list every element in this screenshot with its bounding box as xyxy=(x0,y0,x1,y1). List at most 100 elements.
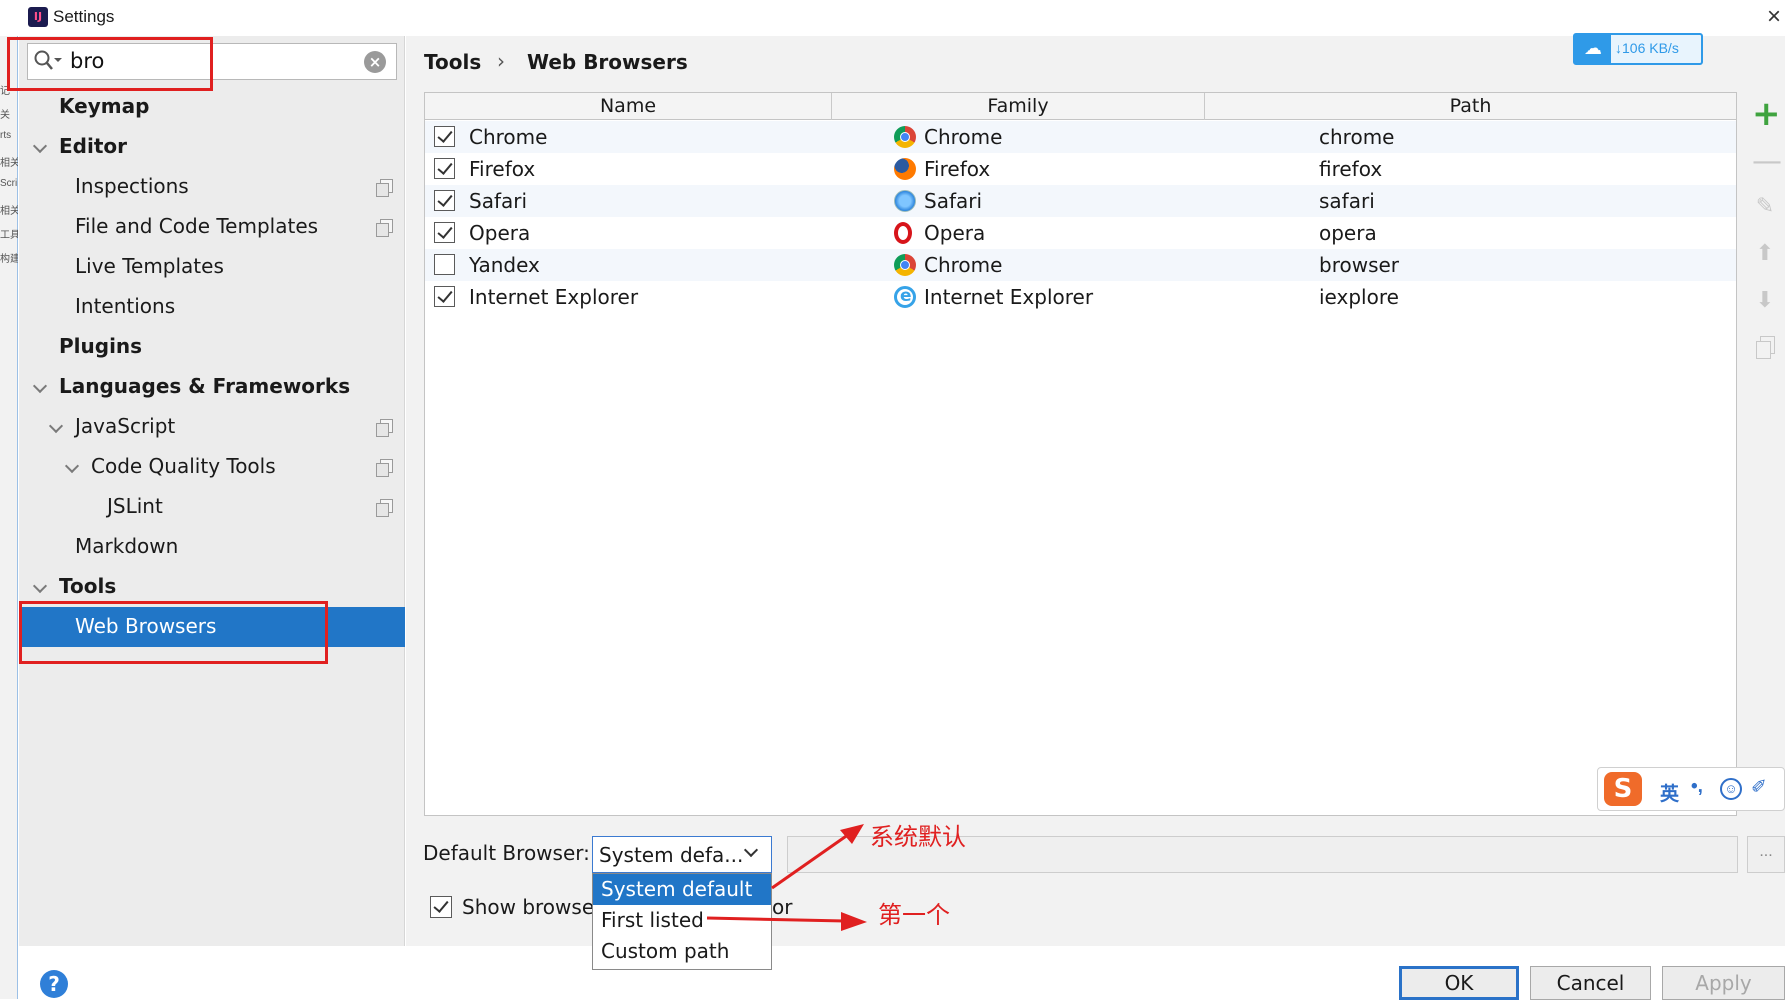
cloud-icon: ☁ xyxy=(1575,35,1611,63)
browser-path-cell[interactable]: chrome xyxy=(1319,125,1394,149)
chevron-down-icon xyxy=(743,842,759,858)
browser-enabled-checkbox[interactable] xyxy=(434,126,455,147)
browser-family-cell[interactable]: Safari xyxy=(924,189,982,213)
dropdown-option-system-default[interactable]: System default xyxy=(593,874,771,905)
project-settings-icon xyxy=(376,499,393,517)
intellij-app-icon: IJ xyxy=(28,7,48,27)
browse-path-button[interactable]: ... xyxy=(1747,836,1785,873)
browser-enabled-checkbox[interactable] xyxy=(434,222,455,243)
browser-name-cell[interactable]: Yandex xyxy=(469,253,540,277)
table-row[interactable]: Internet Explorer Internet Explorer iexplo… xyxy=(425,281,1736,313)
chevron-down-icon[interactable] xyxy=(64,458,80,474)
breadcrumb-current: Web Browsers xyxy=(527,50,688,74)
background-strip-text: 相关 xyxy=(0,158,18,169)
ok-button[interactable]: OK xyxy=(1399,966,1519,1000)
browser-path-cell[interactable]: iexplore xyxy=(1319,285,1399,309)
browser-family-cell[interactable]: Chrome xyxy=(924,253,1002,277)
table-row[interactable]: Chrome Chrome chrome xyxy=(425,121,1736,153)
column-header-name[interactable]: Name xyxy=(425,93,832,120)
sidebar-item-editor[interactable]: Editor xyxy=(19,127,405,167)
sidebar-item-plugins[interactable]: Plugins xyxy=(19,327,405,367)
project-settings-icon xyxy=(376,419,393,437)
title-bar xyxy=(0,0,1785,36)
move-down-icon[interactable]: ⬇ xyxy=(1752,288,1778,314)
chevron-down-icon[interactable] xyxy=(32,138,48,154)
move-up-icon[interactable]: ⬆ xyxy=(1752,241,1778,267)
chrome-browser-icon xyxy=(894,126,916,148)
sidebar-item-file-and-code-templates[interactable]: File and Code Templates xyxy=(19,207,405,247)
browser-name-cell[interactable]: Opera xyxy=(469,221,530,245)
annotation-box-web-browsers xyxy=(19,601,328,664)
browser-family-cell[interactable]: Opera xyxy=(924,221,985,245)
remove-browser-icon[interactable]: — xyxy=(1752,147,1782,177)
browser-enabled-checkbox[interactable] xyxy=(434,286,455,307)
browser-name-cell[interactable]: Firefox xyxy=(469,157,535,181)
safari-browser-icon xyxy=(894,190,916,212)
sidebar-item-label: JSLint xyxy=(107,494,163,518)
browser-path-cell[interactable]: firefox xyxy=(1319,157,1382,181)
pen-icon[interactable]: ✐ xyxy=(1751,776,1767,799)
chrome-browser-icon xyxy=(894,254,916,276)
ime-punctuation-toggle[interactable]: •, xyxy=(1691,776,1703,798)
background-strip-text: 构建 xyxy=(0,254,18,265)
annotation-text-system-default: 系统默认 xyxy=(870,823,966,851)
browser-path-cell[interactable]: opera xyxy=(1319,221,1377,245)
sidebar-item-languages-frameworks[interactable]: Languages & Frameworks xyxy=(19,367,405,407)
sidebar-item-javascript[interactable]: JavaScript xyxy=(19,407,405,447)
browser-family-cell[interactable]: Firefox xyxy=(924,157,990,181)
browser-path-cell[interactable]: browser xyxy=(1319,253,1399,277)
browser-family-cell[interactable]: Chrome xyxy=(924,125,1002,149)
chevron-down-icon[interactable] xyxy=(48,418,64,434)
sidebar-item-keymap[interactable]: Keymap xyxy=(19,87,405,127)
chevron-down-icon[interactable] xyxy=(32,578,48,594)
add-browser-icon[interactable]: + xyxy=(1752,97,1781,131)
default-browser-select[interactable]: System defa... xyxy=(592,836,772,873)
table-row[interactable]: Firefox Firefox firefox xyxy=(425,153,1736,185)
browser-enabled-checkbox[interactable] xyxy=(434,254,455,275)
browser-name-cell[interactable]: Chrome xyxy=(469,125,547,149)
network-speed-widget: ☁ ↓106 KB/s xyxy=(1573,33,1703,65)
background-window-strip: 去记关rts相关Scri相关工具构建 xyxy=(0,0,18,999)
sidebar-item-label: File and Code Templates xyxy=(75,214,319,238)
browser-name-cell[interactable]: Safari xyxy=(469,189,527,213)
firefox-browser-icon xyxy=(894,158,916,180)
browser-enabled-checkbox[interactable] xyxy=(434,158,455,179)
ime-language-toggle[interactable]: 英 xyxy=(1660,779,1679,806)
browser-enabled-checkbox[interactable] xyxy=(434,190,455,211)
browser-path-cell[interactable]: safari xyxy=(1319,189,1375,213)
apply-button[interactable]: Apply xyxy=(1662,966,1785,1000)
smiley-icon[interactable]: ☺ xyxy=(1720,778,1742,800)
edit-browser-icon[interactable]: ✎ xyxy=(1752,194,1778,220)
network-speed-text: ↓106 KB/s xyxy=(1615,40,1679,56)
browser-name-cell[interactable]: Internet Explorer xyxy=(469,285,638,309)
close-window-button[interactable]: × xyxy=(1762,2,1785,32)
sidebar-item-jslint[interactable]: JSLint xyxy=(19,487,405,527)
column-header-path[interactable]: Path xyxy=(1205,93,1736,120)
sidebar-item-markdown[interactable]: Markdown xyxy=(19,527,405,567)
cancel-button[interactable]: Cancel xyxy=(1530,966,1651,1000)
sidebar-item-intentions[interactable]: Intentions xyxy=(19,287,405,327)
show-browser-popup-checkbox[interactable] xyxy=(430,896,452,918)
column-header-family[interactable]: Family xyxy=(832,93,1205,120)
browser-family-cell[interactable]: Internet Explorer xyxy=(924,285,1093,309)
annotation-text-first-one: 第一个 xyxy=(878,901,950,929)
sidebar-item-label: Code Quality Tools xyxy=(91,454,276,478)
web-browsers-table: Name Family Path Chrome Chrome chrome Firef… xyxy=(424,92,1737,816)
sidebar-item-live-templates[interactable]: Live Templates xyxy=(19,247,405,287)
background-strip-text: 相关 xyxy=(0,206,18,217)
table-row[interactable]: Yandex Chrome browser xyxy=(425,249,1736,281)
sidebar-item-inspections[interactable]: Inspections xyxy=(19,167,405,207)
background-strip-text: rts xyxy=(0,130,12,141)
help-button[interactable]: ? xyxy=(40,970,68,998)
table-row[interactable]: Opera Opera opera xyxy=(425,217,1736,249)
copy-browser-icon[interactable] xyxy=(1752,336,1778,362)
dropdown-option-custom-path[interactable]: Custom path xyxy=(593,936,771,967)
sidebar-item-code-quality-tools[interactable]: Code Quality Tools xyxy=(19,447,405,487)
ie-browser-icon xyxy=(894,286,916,308)
chevron-down-icon[interactable] xyxy=(32,378,48,394)
sidebar-item-label: Inspections xyxy=(75,174,189,198)
sogou-logo-icon[interactable]: S xyxy=(1604,772,1642,806)
clear-search-icon[interactable]: × xyxy=(364,51,386,73)
table-row[interactable]: Safari Safari safari xyxy=(425,185,1736,217)
annotation-arrow-system-default xyxy=(771,824,864,890)
